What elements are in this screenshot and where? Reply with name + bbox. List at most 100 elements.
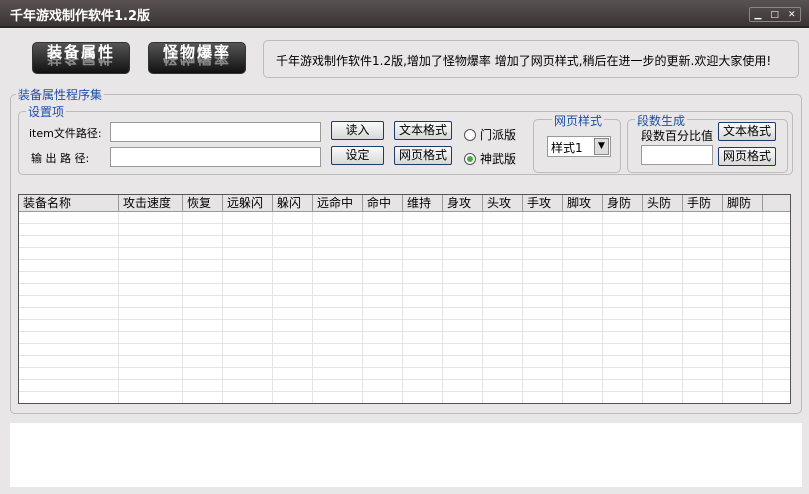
column-header[interactable]: 脚防 bbox=[723, 195, 763, 211]
read-button[interactable]: 读入 bbox=[331, 121, 384, 140]
table-row[interactable] bbox=[19, 224, 790, 236]
table-cell bbox=[723, 368, 763, 379]
column-header[interactable]: 攻击速度 bbox=[119, 195, 183, 211]
table-cell bbox=[683, 236, 723, 247]
table-row[interactable] bbox=[19, 296, 790, 308]
percent-input[interactable] bbox=[641, 145, 713, 165]
table-cell bbox=[223, 212, 273, 223]
table-row[interactable] bbox=[19, 344, 790, 356]
equipment-attributes-button[interactable]: 装备属性 装备属性 bbox=[32, 42, 130, 74]
close-icon[interactable]: ✕ bbox=[788, 10, 796, 20]
table-cell bbox=[223, 344, 273, 355]
table-cell bbox=[273, 308, 313, 319]
table-cell bbox=[523, 344, 563, 355]
table-cell bbox=[763, 284, 790, 295]
table-row[interactable] bbox=[19, 392, 790, 403]
column-header[interactable]: 身防 bbox=[603, 195, 643, 211]
column-header[interactable]: 远躲闪 bbox=[223, 195, 273, 211]
table-cell bbox=[603, 212, 643, 223]
table-cell bbox=[443, 236, 483, 247]
table-cell bbox=[443, 320, 483, 331]
column-header[interactable]: 脚攻 bbox=[563, 195, 603, 211]
table-row[interactable] bbox=[19, 356, 790, 368]
table-row[interactable] bbox=[19, 284, 790, 296]
column-header[interactable]: 头攻 bbox=[483, 195, 523, 211]
table-cell bbox=[643, 248, 683, 259]
table-cell bbox=[523, 272, 563, 283]
item-path-input[interactable] bbox=[110, 122, 321, 142]
table-cell bbox=[313, 212, 363, 223]
table-row[interactable] bbox=[19, 332, 790, 344]
table-cell bbox=[363, 260, 403, 271]
table-cell bbox=[683, 380, 723, 391]
table-cell bbox=[313, 296, 363, 307]
table-row[interactable] bbox=[19, 260, 790, 272]
table-cell bbox=[313, 392, 363, 403]
table-cell bbox=[119, 260, 183, 271]
column-header[interactable]: 身攻 bbox=[443, 195, 483, 211]
table-row[interactable] bbox=[19, 236, 790, 248]
table-cell bbox=[603, 320, 643, 331]
output-path-input[interactable] bbox=[110, 147, 321, 167]
column-header[interactable]: 恢复 bbox=[183, 195, 223, 211]
table-cell bbox=[19, 332, 119, 343]
table-cell bbox=[443, 344, 483, 355]
equipment-table[interactable]: 装备名称 攻击速度 恢复 远躲闪 躲闪 远命中 命中 维持 身攻 头攻 手攻 脚攻 身防 头防 手防 脚防 bbox=[18, 194, 791, 404]
table-cell bbox=[723, 308, 763, 319]
table-row[interactable] bbox=[19, 368, 790, 380]
column-header[interactable]: 远命中 bbox=[313, 195, 363, 211]
web-style-select[interactable]: 样式1 ▼ bbox=[547, 136, 611, 157]
table-cell bbox=[763, 260, 790, 271]
set-button[interactable]: 设定 bbox=[331, 146, 384, 165]
table-cell bbox=[363, 320, 403, 331]
table-cell bbox=[403, 380, 443, 391]
minimize-icon[interactable]: ▁ bbox=[755, 10, 762, 20]
column-header[interactable]: 头防 bbox=[643, 195, 683, 211]
column-header[interactable]: 手防 bbox=[683, 195, 723, 211]
table-cell bbox=[223, 296, 273, 307]
column-header[interactable]: 躲闪 bbox=[273, 195, 313, 211]
monster-drop-rate-button[interactable]: 怪物爆率 怪物爆率 bbox=[148, 42, 246, 74]
table-cell bbox=[363, 272, 403, 283]
table-cell bbox=[183, 236, 223, 247]
radio-sect-version[interactable]: 门派版 bbox=[464, 126, 516, 143]
table-row[interactable] bbox=[19, 212, 790, 224]
table-cell bbox=[273, 380, 313, 391]
table-cell bbox=[763, 236, 790, 247]
table-cell bbox=[563, 332, 603, 343]
table-row[interactable] bbox=[19, 320, 790, 332]
maximize-icon[interactable]: □ bbox=[770, 10, 779, 20]
radio-shenwu-version[interactable]: 神武版 bbox=[464, 150, 516, 167]
table-cell bbox=[119, 368, 183, 379]
chevron-down-icon[interactable]: ▼ bbox=[594, 138, 609, 155]
table-cell bbox=[523, 368, 563, 379]
column-header[interactable]: 命中 bbox=[363, 195, 403, 211]
table-cell bbox=[483, 296, 523, 307]
text-format-button[interactable]: 文本格式 bbox=[394, 121, 452, 140]
column-header[interactable]: 装备名称 bbox=[19, 195, 119, 211]
table-cell bbox=[183, 284, 223, 295]
segment-web-format-button[interactable]: 网页格式 bbox=[718, 147, 776, 166]
table-row[interactable] bbox=[19, 272, 790, 284]
table-cell bbox=[483, 344, 523, 355]
table-cell bbox=[563, 248, 603, 259]
table-cell bbox=[19, 308, 119, 319]
column-header[interactable]: 维持 bbox=[403, 195, 443, 211]
web-style-title: 网页样式 bbox=[552, 112, 605, 129]
table-cell bbox=[603, 308, 643, 319]
table-cell bbox=[443, 392, 483, 403]
log-area[interactable] bbox=[10, 423, 802, 487]
table-cell bbox=[683, 392, 723, 403]
column-header-filler[interactable] bbox=[763, 195, 790, 211]
table-row[interactable] bbox=[19, 380, 790, 392]
table-cell bbox=[563, 260, 603, 271]
table-cell bbox=[443, 368, 483, 379]
table-row[interactable] bbox=[19, 308, 790, 320]
table-cell bbox=[183, 368, 223, 379]
table-cell bbox=[119, 284, 183, 295]
table-cell bbox=[723, 272, 763, 283]
segment-text-format-button[interactable]: 文本格式 bbox=[718, 122, 776, 141]
web-format-button[interactable]: 网页格式 bbox=[394, 146, 452, 165]
column-header[interactable]: 手攻 bbox=[523, 195, 563, 211]
table-row[interactable] bbox=[19, 248, 790, 260]
